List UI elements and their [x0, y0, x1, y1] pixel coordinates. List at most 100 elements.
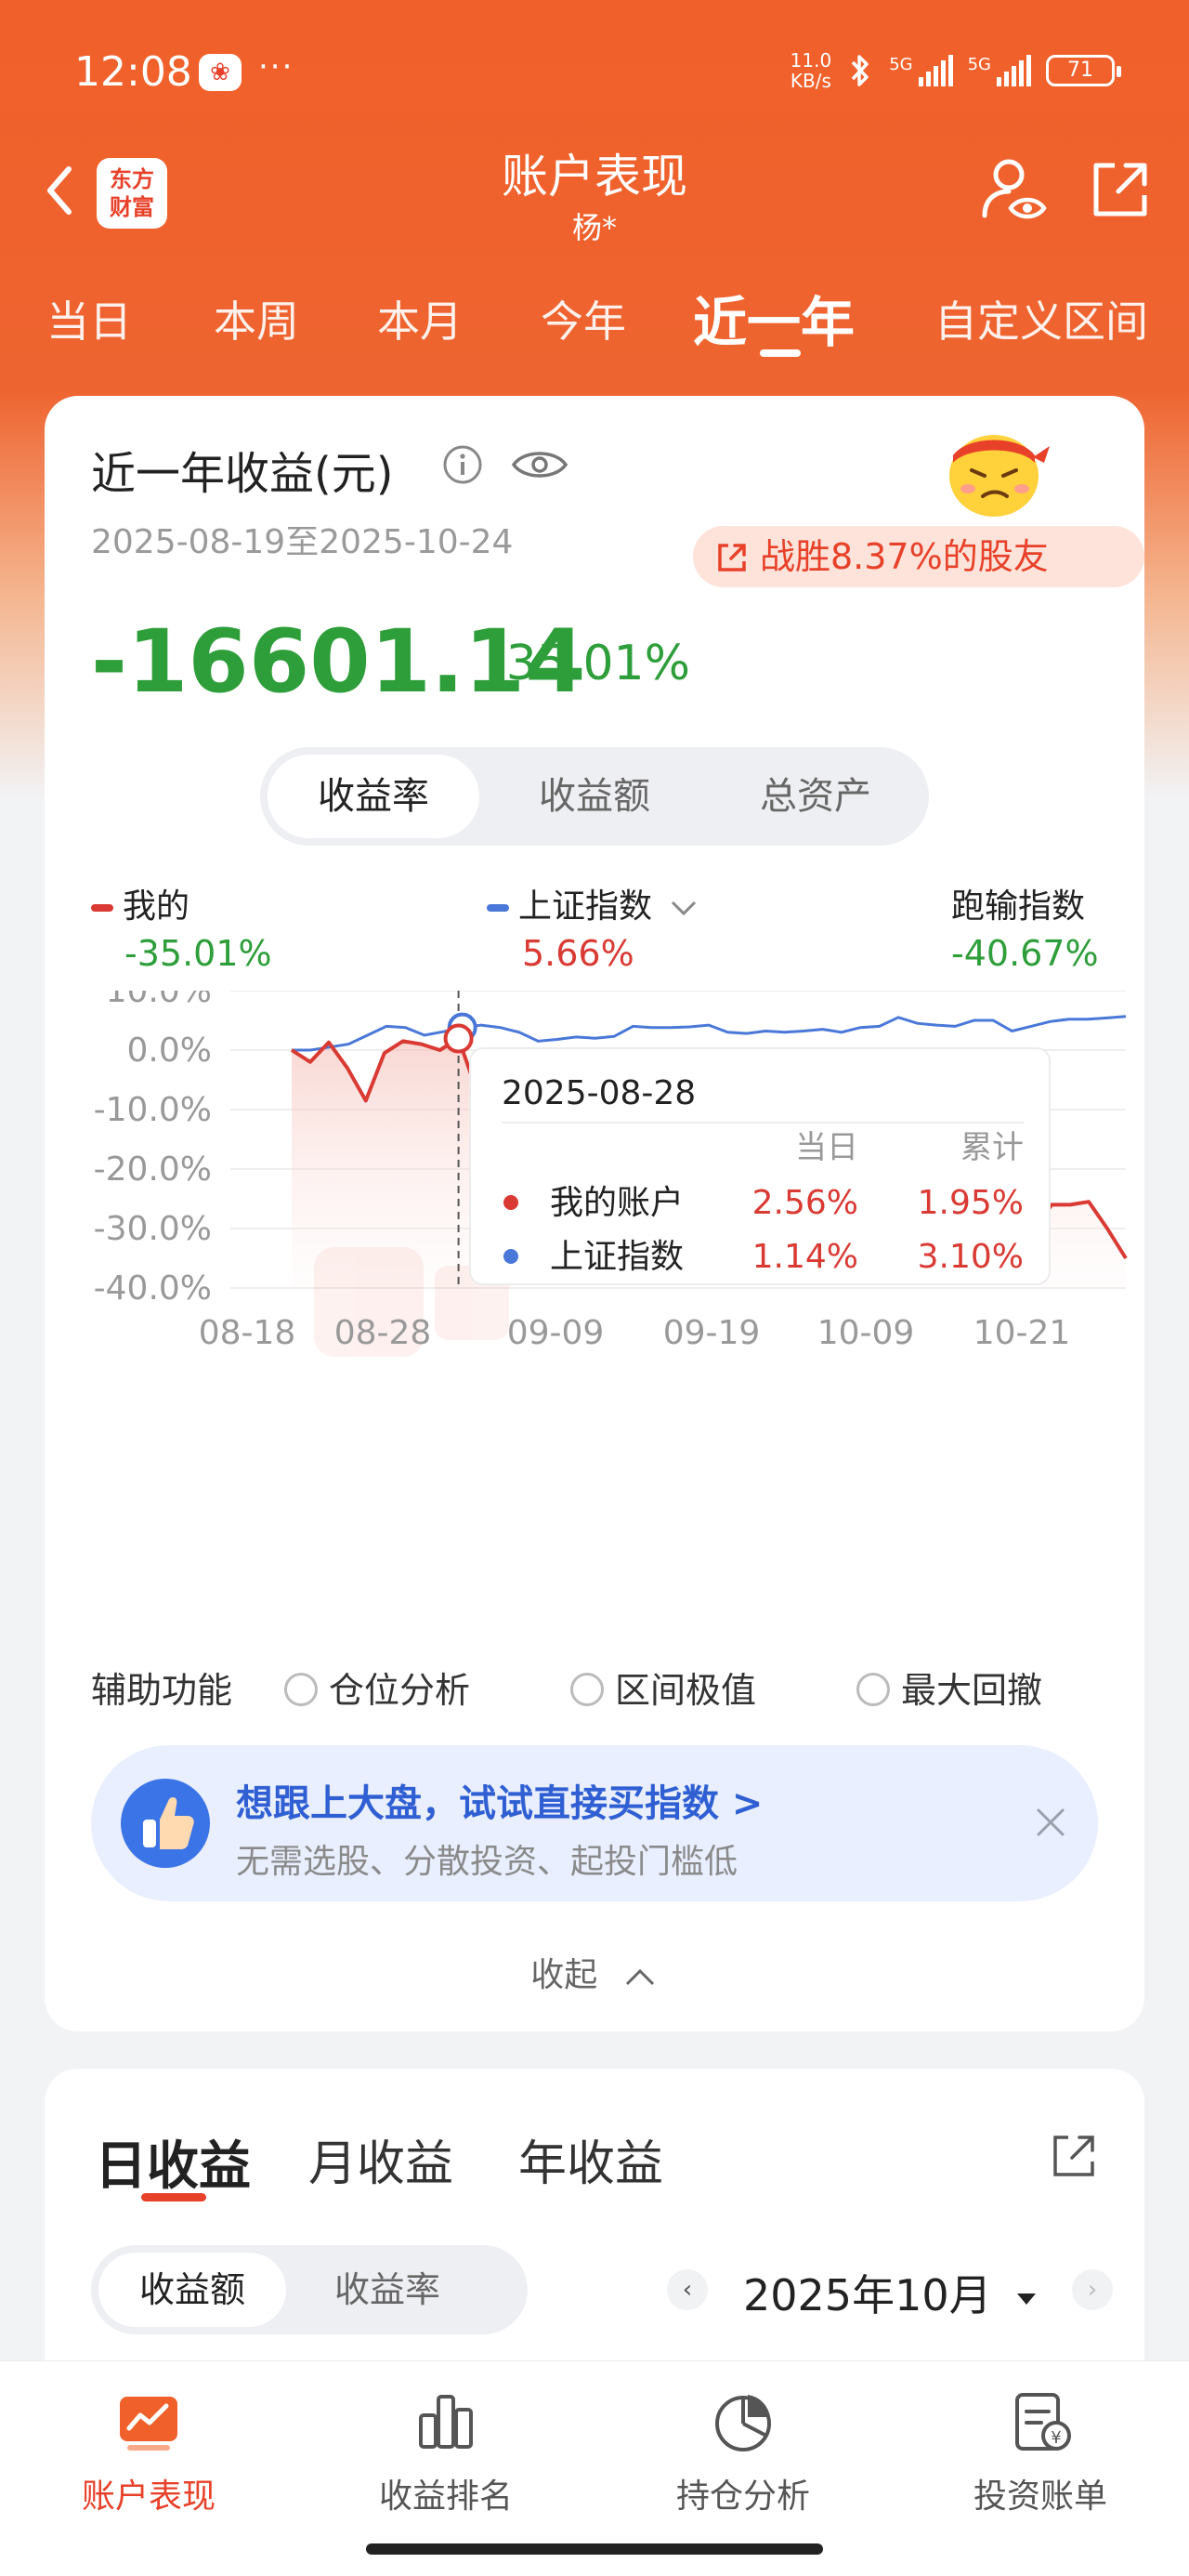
legend-index-value: 5.66%: [522, 933, 634, 974]
segment-rate[interactable]: 收益率: [294, 2253, 481, 2327]
legend-mine: 我的: [91, 879, 189, 927]
index-promo-banner[interactable]: 想跟上大盘，试试直接买指数 > 无需选股、分散投资、起投门槛低: [91, 1745, 1098, 1901]
month-picker: ‹ 2025年10月 ›: [667, 2249, 1113, 2331]
metric-segment-control: 收益率 收益额 总资产: [260, 747, 929, 846]
tab-daily-returns[interactable]: 日收益: [95, 2124, 251, 2200]
prev-month-button[interactable]: ‹: [667, 2269, 708, 2310]
tooltip-index-dot: [503, 1249, 518, 1264]
beat-peers-text: 战胜8.37%的股友: [760, 536, 1049, 577]
nav-account-performance[interactable]: 账户表现: [0, 2387, 297, 2517]
signal-strength-1: 5G: [889, 55, 953, 86]
tab-custom-range[interactable]: 自定义区间: [934, 288, 1148, 349]
tab-this-month[interactable]: 本月: [377, 288, 463, 349]
share-icon[interactable]: [1048, 2130, 1100, 2182]
aux-functions: 辅助功能 仓位分析 区间极值 最大回撤: [91, 1662, 1113, 1717]
thumbs-up-icon: [121, 1779, 210, 1868]
battery-level: 71: [1067, 59, 1093, 82]
nav-returns-ranking[interactable]: 收益排名: [297, 2387, 594, 2517]
returns-card: 近一年收益(元) 2025-08-19至2025-10-24 战胜8.37%的股…: [45, 396, 1144, 2031]
promo-subtitle: 无需选股、分散投资、起投门槛低: [236, 1843, 738, 1881]
segment-total-assets[interactable]: 总资产: [710, 755, 921, 838]
y-tick-label: 0.0%: [127, 1032, 212, 1070]
network-speed-value: 11.0: [790, 49, 832, 72]
segment-return-rate[interactable]: 收益率: [268, 755, 479, 838]
more-notifications-icon: ···: [258, 48, 294, 85]
aux-label: 辅助功能: [91, 1670, 233, 1711]
info-icon[interactable]: [442, 444, 483, 485]
network-speed: 11.0 KB/s: [790, 50, 832, 91]
tooltip-row-mine-day: 2.56%: [752, 1184, 858, 1222]
nav-holdings-analysis[interactable]: 持仓分析: [594, 2387, 892, 2517]
y-tick-label: -40.0%: [94, 1269, 212, 1308]
month-label: 2025年10月: [743, 2270, 992, 2320]
return-chart[interactable]: 10.0% 0.0% -10.0% -20.0% -30.0% -40.0% 08-18 08…: [45, 991, 1144, 1474]
svg-text:¥: ¥: [1051, 2428, 1061, 2448]
tab-this-week[interactable]: 本周: [214, 288, 299, 349]
x-tick-label: 09-19: [663, 1314, 761, 1352]
legend-mine-label: 我的: [123, 887, 190, 926]
next-month-button[interactable]: ›: [1072, 2269, 1113, 2310]
collapse-label: 收起: [530, 1956, 598, 1994]
share-icon[interactable]: [1087, 156, 1154, 223]
bottom-nav: 账户表现 收益排名 持仓分析 ¥ 投资账单: [0, 2360, 1189, 2576]
x-tick-label: 10-09: [817, 1314, 915, 1352]
radio-position[interactable]: [284, 1672, 318, 1706]
tooltip-mine-dot: [503, 1195, 518, 1210]
segment-return-amount[interactable]: 收益额: [489, 755, 700, 838]
y-tick-label: -20.0%: [94, 1150, 212, 1189]
segment-amount[interactable]: 收益额: [98, 2253, 286, 2327]
status-bar: 12:08 ❀ ··· 11.0 KB/s 5G 5G 71: [0, 0, 1189, 139]
tooltip-row-index-name: 上证指数: [550, 1238, 684, 1276]
nav-account-performance-label: 账户表现: [81, 2477, 216, 2516]
nav-returns-ranking-label: 收益排名: [378, 2477, 513, 2516]
radio-drawdown[interactable]: [856, 1672, 890, 1706]
date-range: 2025-08-19至2025-10-24: [91, 523, 514, 561]
eye-icon[interactable]: [511, 446, 568, 483]
signal-strength-2: 5G: [968, 55, 1031, 86]
aux-option-extremes[interactable]: 区间极值: [570, 1662, 756, 1713]
tooltip-row-mine-cum: 1.95%: [918, 1184, 1024, 1222]
tooltip-row-mine-name: 我的账户: [550, 1184, 684, 1222]
cursor-mine-point: [443, 1023, 474, 1054]
legend-index-swatch: [487, 904, 509, 912]
aux-option-drawdown-label: 最大回撤: [901, 1670, 1043, 1711]
x-tick-label: 08-18: [199, 1314, 296, 1352]
tab-today[interactable]: 当日: [46, 288, 132, 349]
aux-option-drawdown[interactable]: 最大回撤: [856, 1662, 1042, 1713]
app-notification-icon: ❀: [199, 54, 242, 91]
privacy-user-icon[interactable]: [975, 152, 1050, 227]
caret-down-icon: [1017, 2293, 1037, 2305]
aux-option-position-label: 仓位分析: [329, 1670, 471, 1711]
collapse-button[interactable]: 收起: [45, 1948, 1144, 1996]
signal-type-2: 5G: [967, 55, 991, 74]
bill-yuan-icon: ¥: [1015, 2393, 1071, 2451]
status-indicators: 11.0 KB/s 5G 5G 71: [790, 50, 1121, 91]
x-tick-label: 10-21: [973, 1314, 1071, 1352]
tooltip-date: 2025-08-28: [502, 1074, 696, 1112]
share-small-icon: [718, 544, 746, 572]
aux-option-position[interactable]: 仓位分析: [284, 1662, 470, 1713]
legend-lag-value: -40.67%: [951, 933, 1099, 974]
nav-investment-statement[interactable]: ¥ 投资账单: [892, 2387, 1189, 2517]
tab-past-year[interactable]: 近一年: [693, 279, 855, 357]
status-time: 12:08: [74, 48, 192, 96]
tab-monthly-returns[interactable]: 月收益: [308, 2124, 453, 2194]
radio-extremes[interactable]: [570, 1672, 604, 1706]
legend-index[interactable]: 上证指数: [487, 879, 699, 927]
close-icon[interactable]: [1029, 1801, 1072, 1844]
tooltip-col-day: 当日: [795, 1129, 858, 1166]
month-selector[interactable]: 2025年10月: [743, 2262, 1039, 2323]
tooltip-col-cum: 累计: [960, 1129, 1024, 1166]
total-return-pct: -35.01%: [489, 636, 691, 691]
mascot-icon: [949, 435, 1050, 517]
nav-investment-statement-label: 投资账单: [973, 2477, 1107, 2516]
tooltip-row-index-day: 1.14%: [752, 1238, 858, 1276]
tab-yearly-returns[interactable]: 年收益: [518, 2124, 663, 2194]
y-tick-label: 10.0%: [106, 991, 212, 1010]
x-tick-label: 08-28: [334, 1314, 432, 1352]
tooltip-row-index-cum: 3.10%: [918, 1238, 1024, 1276]
beat-peers-badge[interactable]: 战胜8.37%的股友: [693, 526, 1144, 587]
battery-icon: 71: [1046, 55, 1121, 86]
tab-this-year[interactable]: 今年: [541, 288, 626, 349]
legend-mine-value: -35.01%: [124, 933, 272, 974]
